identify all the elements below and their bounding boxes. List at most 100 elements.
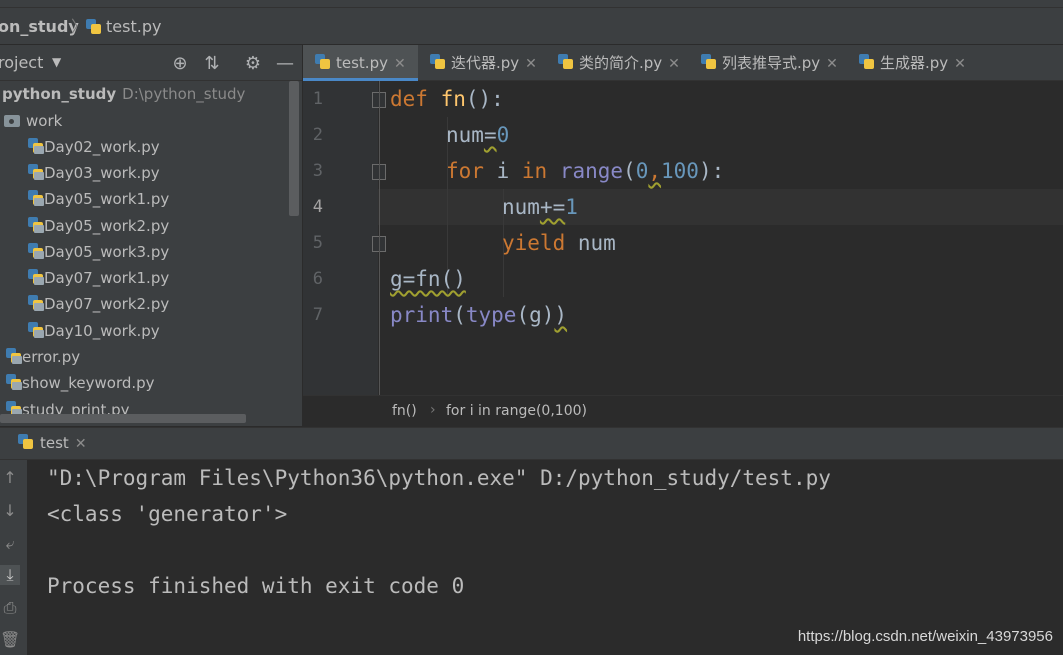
tab-label: 迭代器.py	[451, 54, 520, 72]
line-number: 5	[312, 233, 323, 253]
tab-label: test.py	[336, 54, 388, 72]
watermark-url: https://blog.csdn.net/weixin_43973956	[797, 628, 1053, 645]
python-file-icon	[430, 54, 446, 70]
close-icon[interactable]: ✕	[394, 56, 406, 72]
navigation-bar: on_study 〉 test.py	[0, 0, 1063, 45]
python-file-icon	[28, 138, 44, 154]
python-file-icon	[6, 374, 22, 390]
tree-item[interactable]: Day03_work.py	[28, 160, 160, 186]
arrow-down-icon[interactable]: ↓	[0, 501, 20, 520]
print-icon[interactable]: ⎙	[0, 598, 20, 618]
tab-generator[interactable]: 生成器.py ✕	[847, 45, 977, 81]
chevron-right-icon: ›	[430, 402, 436, 418]
code-line-4: num+=1	[502, 195, 578, 219]
editor-tab-bar: test.py ✕ 迭代器.py ✕ 类的简介.py ✕ 列表推导式.py ✕ 生成器.…	[303, 45, 1063, 81]
tree-item[interactable]: Day05_work3.py	[28, 239, 169, 265]
line-number: 1	[312, 89, 323, 109]
breadcrumb-project[interactable]: on_study	[0, 15, 79, 39]
tree-item[interactable]: Day02_work.py	[28, 134, 160, 160]
tree-item-label: Day02_work.py	[44, 138, 160, 156]
code-line-3: for i in range(0,100):	[446, 159, 725, 183]
trash-icon[interactable]: 🗑	[0, 630, 20, 649]
tree-item[interactable]: Day10_work.py	[28, 318, 160, 344]
editor-breadcrumbs: fn() › for i in range(0,100)	[303, 395, 1063, 427]
close-icon[interactable]: ✕	[668, 56, 680, 72]
locate-icon[interactable]: ⊕	[169, 53, 191, 75]
scroll-to-end-icon[interactable]: ⤓	[0, 565, 20, 585]
code-line-6: g=fn()	[390, 267, 466, 291]
tree-item[interactable]: Day05_work2.py	[28, 213, 169, 239]
line-number: 2	[312, 125, 323, 145]
tree-item-label: Day07_work2.py	[44, 295, 170, 313]
line-number-gutter: 1 2 3 4 5 6 7	[303, 81, 386, 395]
tree-root-path: D:\python_study	[122, 85, 246, 103]
code-editor[interactable]: 1 2 3 4 5 6 7 def fn(): num=0 for i in r…	[303, 81, 1063, 395]
tab-list-comprehension[interactable]: 列表推导式.py ✕	[689, 45, 847, 81]
python-file-icon	[701, 54, 717, 70]
python-file-icon	[315, 54, 331, 70]
folder-icon	[4, 115, 20, 127]
project-panel-header: roject ▼ ⊕ ⇅ ⚙ —	[0, 45, 302, 81]
project-view-selector[interactable]: roject	[0, 53, 43, 72]
tree-vertical-scrollbar[interactable]	[289, 81, 299, 216]
arrow-up-icon[interactable]: ↑	[0, 468, 20, 487]
close-icon[interactable]: ✕	[954, 56, 966, 72]
breadcrumb-file-label: test.py	[106, 17, 162, 36]
tree-item-label: Day05_work1.py	[44, 190, 170, 208]
tree-item[interactable]: show_keyword.py	[6, 370, 155, 396]
breadcrumb-for-loop[interactable]: for i in range(0,100)	[446, 403, 587, 419]
console-line: "D:\Program Files\Python36\python.exe" D…	[47, 466, 831, 490]
tree-item[interactable]: Day07_work1.py	[28, 265, 169, 291]
tree-folder-work[interactable]: work	[4, 108, 62, 134]
breadcrumb-function[interactable]: fn()	[392, 403, 417, 419]
python-file-icon	[558, 54, 574, 70]
tree-item[interactable]: Day07_work2.py	[28, 291, 169, 317]
code-line-1: def fn():	[390, 87, 504, 111]
hide-panel-icon[interactable]: —	[274, 53, 296, 75]
close-icon[interactable]: ✕	[75, 436, 87, 452]
python-file-icon	[28, 164, 44, 180]
chevron-down-icon[interactable]: ▼	[52, 55, 61, 69]
chevron-right-icon: 〉	[71, 17, 88, 36]
tree-item[interactable]: Day05_work1.py	[28, 186, 169, 212]
close-icon[interactable]: ✕	[826, 56, 838, 72]
python-file-icon	[6, 348, 22, 364]
close-icon[interactable]: ✕	[525, 56, 537, 72]
python-file-icon	[859, 54, 875, 70]
tree-item-label: Day10_work.py	[44, 322, 160, 340]
tree-root-python-study[interactable]: python_study D:\python_study	[2, 81, 245, 107]
code-line-5: yield num	[502, 231, 616, 255]
tab-label: 列表推导式.py	[722, 54, 821, 72]
tree-item-label: Day05_work3.py	[44, 243, 170, 261]
current-line-highlight	[303, 189, 1063, 225]
tab-class-intro[interactable]: 类的简介.py ✕	[546, 45, 689, 81]
python-run-icon	[18, 434, 34, 450]
line-number: 6	[312, 269, 323, 289]
tab-label: 生成器.py	[880, 54, 949, 72]
tree-item-label: Day07_work1.py	[44, 269, 170, 287]
project-tree[interactable]: python_study D:\python_study work Day02_w…	[0, 81, 302, 426]
run-console[interactable]: "D:\Program Files\Python36\python.exe" D…	[27, 460, 1063, 655]
tab-label: 类的简介.py	[579, 54, 663, 72]
console-line: Process finished with exit code 0	[47, 574, 465, 598]
tree-item-label: Day03_work.py	[44, 164, 160, 182]
soft-wrap-icon[interactable]: ⤶	[0, 534, 20, 554]
breadcrumb-file[interactable]: test.py	[86, 15, 161, 39]
run-tool-window-header: test ✕	[0, 427, 1063, 460]
tab-test-py[interactable]: test.py ✕	[303, 45, 418, 81]
code-line-2: num=0	[446, 123, 510, 147]
console-line: <class 'generator'>	[47, 502, 288, 526]
python-file-icon	[86, 19, 102, 35]
tree-item[interactable]: error.py	[6, 344, 80, 370]
gutter-divider	[379, 81, 380, 395]
line-number: 7	[312, 305, 323, 325]
run-toolbar: ↑ ↓ ⤶ ⤓ ⎙ 🗑	[0, 460, 27, 655]
run-tab-test[interactable]: test ✕	[18, 434, 87, 452]
python-file-icon	[28, 190, 44, 206]
gear-icon[interactable]: ⚙	[242, 53, 264, 75]
tree-horizontal-scrollbar[interactable]	[0, 414, 246, 423]
collapse-all-icon[interactable]: ⇅	[201, 53, 223, 75]
line-number: 4	[312, 197, 323, 217]
line-number: 3	[312, 161, 323, 181]
tab-iterator[interactable]: 迭代器.py ✕	[418, 45, 546, 81]
